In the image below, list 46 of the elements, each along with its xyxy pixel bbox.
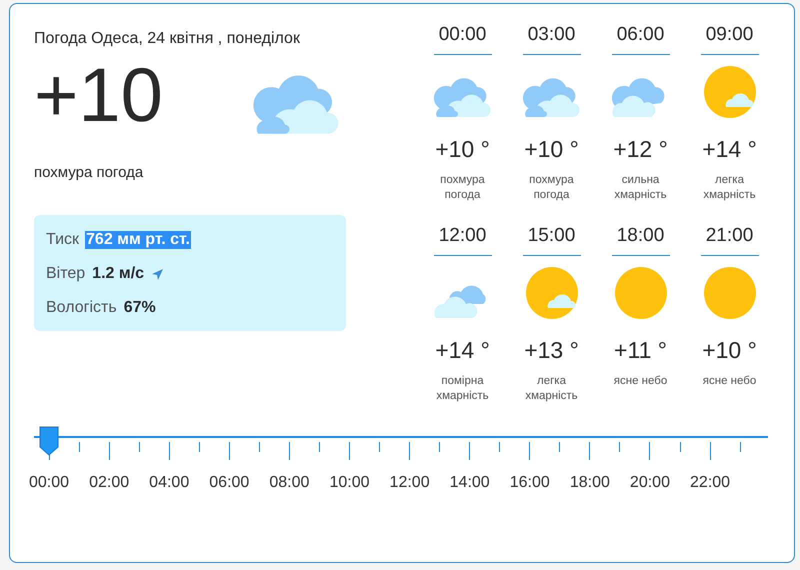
- forecast-time: 00:00: [434, 24, 492, 55]
- forecast-temperature: +11 °: [614, 337, 667, 364]
- detail-label: Вологість: [46, 299, 117, 317]
- weather-title: Погода Одеса, 24 квітня , понеділок: [34, 30, 301, 48]
- timeline-label: 02:00: [89, 474, 130, 492]
- forecast-temperature: +13 °: [524, 337, 579, 364]
- forecast-temperature: +14 °: [702, 136, 757, 163]
- forecast-description: похмура погода: [439, 173, 486, 203]
- forecast-time: 12:00: [434, 225, 492, 256]
- forecast-description: легка хмарність: [702, 173, 757, 203]
- current-temperature: +10: [34, 54, 163, 138]
- timeline-label: 10:00: [329, 474, 370, 492]
- detail-value: 762 мм рт. ст.: [85, 231, 191, 249]
- detail-value: 67%: [122, 299, 157, 317]
- detail-label: Тиск: [46, 231, 80, 249]
- forecast-description: легка хмарність: [524, 374, 579, 404]
- timeline-label: 04:00: [149, 474, 190, 492]
- forecast-description: помірна хмарність: [435, 374, 490, 404]
- detail-label: Вітер: [46, 265, 86, 283]
- forecast-time: 06:00: [612, 24, 670, 55]
- timeline-label: 14:00: [450, 474, 490, 492]
- forecast-time: 15:00: [522, 225, 580, 256]
- forecast-time: 21:00: [700, 225, 758, 256]
- timeline-label: 18:00: [570, 474, 610, 492]
- forecast-temperature: +14 °: [435, 337, 490, 364]
- timeline-label: 12:00: [390, 474, 430, 492]
- forecast-time: 03:00: [522, 24, 580, 55]
- timeline-label: 00:00: [28, 474, 70, 492]
- forecast-description: похмура погода: [528, 173, 575, 203]
- forecast-temperature: +10 °: [435, 136, 490, 163]
- weather-description: похмура погода: [34, 164, 144, 181]
- timeline-label: 20:00: [630, 474, 670, 492]
- detail-value: 1.2 м/с: [91, 265, 146, 283]
- forecast-temperature: +10 °: [524, 136, 579, 163]
- timeline-label: 06:00: [209, 474, 250, 492]
- forecast-temperature: +10 °: [702, 337, 757, 364]
- forecast-description: ясне небо: [702, 374, 758, 389]
- timeline-thumb[interactable]: [38, 426, 60, 456]
- timeline-label: 08:00: [269, 474, 310, 492]
- forecast-time: 09:00: [700, 24, 758, 55]
- forecast-description: сильна хмарність: [613, 173, 668, 203]
- forecast-description: ясне небо: [612, 374, 668, 389]
- forecast-temperature: +12 °: [613, 136, 668, 163]
- forecast-time: 18:00: [612, 225, 670, 256]
- timeline-label: 22:00: [690, 474, 730, 492]
- timeline-label: 16:00: [510, 474, 550, 492]
